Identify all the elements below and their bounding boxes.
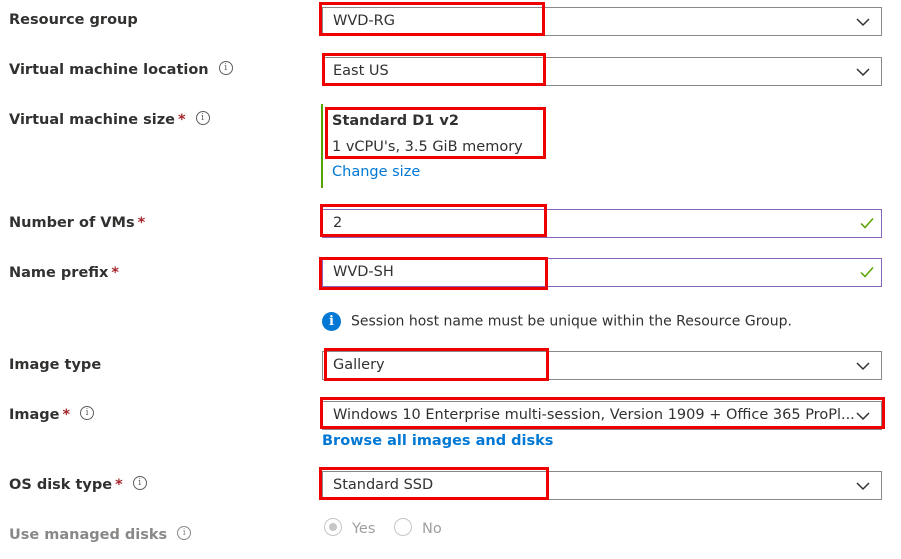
os-disk-value: Standard SSD [333,477,434,493]
managed-disks-label: Use managed disks i [9,526,192,543]
info-filled-icon: i [322,312,341,331]
image-label: Image * i [9,406,95,423]
resource-group-label: Resource group [9,12,138,28]
required-marker: * [137,215,146,231]
num-vms-label: Number of VMs * [9,215,146,231]
info-icon[interactable]: i [132,476,147,490]
os-disk-label: OS disk type * i [9,476,147,493]
managed-disks-no-radio: No [394,518,442,538]
name-prefix-label: Name prefix * [9,265,119,281]
radio-yes-label: Yes [352,521,376,537]
info-icon[interactable]: i [218,61,233,75]
name-prefix-value: WVD-SH [333,264,394,280]
checkmark-icon [860,218,874,229]
info-icon[interactable]: i [80,406,95,420]
info-icon: i [177,526,192,540]
required-marker: * [62,407,71,423]
chevron-down-icon [856,362,870,371]
required-marker: * [115,477,123,493]
num-vms-value: 2 [333,215,343,231]
notice-text: Session host name must be unique within … [351,313,792,330]
required-marker: * [111,265,119,281]
checkmark-icon [860,267,874,278]
vm-location-dropdown[interactable]: East US [322,57,882,86]
required-marker: * [178,112,186,128]
chevron-down-icon [856,18,870,27]
image-type-dropdown[interactable]: Gallery [322,351,882,380]
radio-unselected-icon [394,518,412,536]
vm-size-name: Standard D1 v2 [332,113,459,129]
session-host-notice: i Session host name must be unique within… [322,312,792,331]
name-prefix-input[interactable]: WVD-SH [322,258,882,287]
resource-group-dropdown[interactable]: WVD-RG [322,7,882,36]
chevron-down-icon [856,482,870,491]
image-value: Windows 10 Enterprise multi-session, Ver… [333,407,855,423]
resource-group-value: WVD-RG [333,13,395,29]
change-size-link[interactable]: Change size [332,164,420,180]
vm-location-label: Virtual machine location i [9,61,233,78]
browse-images-link[interactable]: Browse all images and disks [322,433,553,449]
vm-size-label: Virtual machine size * i [9,111,210,128]
vm-location-value: East US [333,63,389,79]
info-icon[interactable]: i [195,111,210,125]
vm-size-description: 1 vCPU's, 3.5 GiB memory [332,139,523,155]
radio-selected-icon [324,518,342,536]
radio-no-label: No [422,521,442,537]
chevron-down-icon [856,412,870,421]
managed-disks-yes-radio: Yes [324,518,376,538]
num-vms-input[interactable]: 2 [322,209,882,238]
image-type-label: Image type [9,357,102,373]
vm-size-accent-bar [321,104,323,188]
os-disk-dropdown[interactable]: Standard SSD [322,471,882,500]
chevron-down-icon [856,68,870,77]
image-type-value: Gallery [333,357,385,373]
image-dropdown[interactable]: Windows 10 Enterprise multi-session, Ver… [322,401,882,430]
